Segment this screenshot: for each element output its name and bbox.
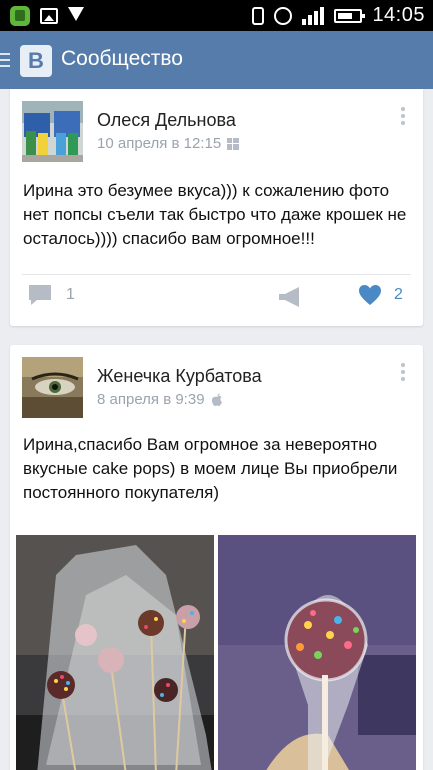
alarm-icon [274,6,293,25]
comment-icon [29,285,51,305]
signal-icon [302,6,325,25]
post-card: Олеся Дельнова 10 апреля в 12:15 Ирина э… [10,89,423,326]
apple-icon [211,393,222,406]
app-bar: B Сообщество [0,31,433,89]
post-photo[interactable] [218,535,416,770]
app-notification-icon [10,6,30,26]
like-count: 2 [394,286,403,303]
comment-button[interactable]: 1 [28,284,75,306]
megaphone-icon [279,287,299,307]
clock: 14:05 [372,4,425,26]
vk-logo[interactable]: B [20,45,52,77]
divider [22,274,411,275]
post-card: Женечка Курбатова 8 апреля в 9:39 Ирина,… [10,345,423,770]
vibrate-icon [252,6,265,25]
post-author[interactable]: Олеся Дельнова [97,110,236,131]
post-photo[interactable] [16,535,214,770]
like-button[interactable]: 2 [358,284,403,306]
post-date-text: 10 апреля в 12:15 [97,135,222,152]
post-date-text: 8 апреля в 9:39 [97,391,205,408]
page-title: Сообщество [61,47,183,70]
windows-icon [227,137,240,150]
status-bar: 14:05 [0,0,433,31]
menu-icon[interactable] [0,53,10,67]
heart-icon [359,285,381,305]
post-date: 8 апреля в 9:39 [97,391,223,408]
post-text: Ирина,спасибо Вам огромное за невероятно… [23,435,398,502]
image-notification-icon [40,8,58,24]
post-menu-icon[interactable] [401,107,407,127]
post-menu-icon[interactable] [401,363,407,383]
post-author[interactable]: Женечка Курбатова [97,366,262,387]
post-actions: 1 2 [10,284,423,314]
post-text: Ирина это безумее вкуса))) к сожалению ф… [23,181,407,248]
post-date: 10 апреля в 12:15 [97,135,240,152]
battery-icon [334,8,366,23]
share-button[interactable] [278,286,302,313]
avatar[interactable] [22,101,83,162]
avatar[interactable] [22,357,83,418]
shield-icon [68,7,84,25]
comment-count: 1 [66,286,75,303]
